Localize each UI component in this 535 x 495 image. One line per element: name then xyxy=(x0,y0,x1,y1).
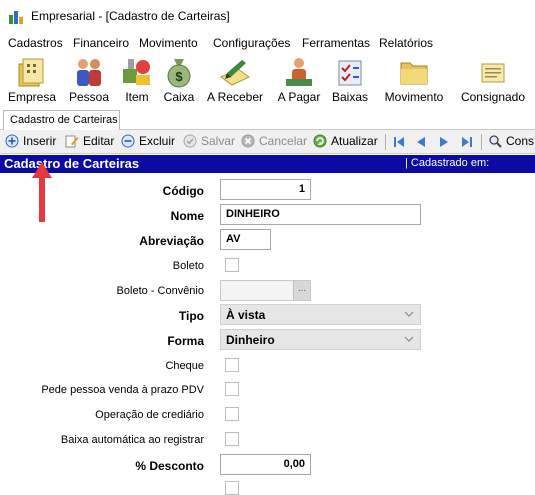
pay-hand-icon xyxy=(286,58,312,86)
operacao-crediario-label: Operação de crediário xyxy=(95,409,204,421)
chevron-down-icon xyxy=(404,311,414,317)
toolbar-a-pagar-label: A Pagar xyxy=(277,90,321,104)
toolbar-separator xyxy=(481,134,482,150)
notepad-icon xyxy=(481,63,505,83)
action-bar: Inserir Editar Excluir Salvar Cancelar A… xyxy=(0,130,535,154)
forma-label: Forma xyxy=(167,334,204,348)
desconto-field[interactable]: 0,00 xyxy=(220,454,311,475)
toolbar-baixas-label: Baixas xyxy=(331,90,369,104)
toolbar-baixas-button[interactable]: Baixas xyxy=(330,53,370,107)
nome-field[interactable]: DINHEIRO xyxy=(220,204,421,225)
nome-label: Nome xyxy=(170,209,204,223)
menu-ferramentas[interactable]: Ferramentas xyxy=(302,36,370,50)
cheque-checkbox[interactable] xyxy=(225,358,239,372)
codigo-field[interactable]: 1 xyxy=(220,179,311,200)
toolbar-movimento-label: Movimento xyxy=(384,90,444,104)
editar-label: Editar xyxy=(83,134,115,148)
salvar-label: Salvar xyxy=(201,134,236,148)
app-icon xyxy=(9,11,23,24)
form-header-status: | Cadastrado em: xyxy=(405,157,490,169)
boleto-convenio-lookup-button[interactable]: ... xyxy=(293,281,310,300)
cancelar-label: Cancelar xyxy=(259,134,308,148)
cancel-icon xyxy=(241,134,255,148)
toolbar-a-receber-button[interactable]: A Receber xyxy=(204,53,266,107)
toolbar-item-button[interactable]: Item xyxy=(118,53,156,107)
boleto-label: Boleto xyxy=(172,260,204,272)
menu-cadastros[interactable]: Cadastros xyxy=(8,36,63,50)
consultar-button[interactable]: Cons xyxy=(488,133,535,151)
main-toolbar: Empresa Pessoa Item $ Caixa A Receber A … xyxy=(0,53,535,108)
last-record-icon[interactable] xyxy=(460,135,474,149)
previous-record-icon[interactable] xyxy=(414,135,428,149)
refresh-icon xyxy=(313,134,327,148)
toolbar-caixa-label: Caixa xyxy=(163,90,195,104)
boleto-convenio-label: Boleto - Convênio xyxy=(116,285,204,297)
salvar-button[interactable]: Salvar xyxy=(183,133,235,151)
svg-text:$: $ xyxy=(175,69,183,84)
people-icon xyxy=(77,59,101,86)
next-field-checkbox[interactable] xyxy=(225,481,239,495)
menu-movimento[interactable]: Movimento xyxy=(139,36,198,50)
atualizar-label: Atualizar xyxy=(331,134,378,148)
search-icon xyxy=(489,135,502,148)
editar-button[interactable]: Editar xyxy=(65,133,117,151)
remove-icon xyxy=(121,134,135,148)
toolbar-empresa-label: Empresa xyxy=(7,90,57,104)
inserir-button[interactable]: Inserir xyxy=(5,133,61,151)
money-bag-icon: $ xyxy=(167,59,191,88)
items-icon xyxy=(123,59,150,85)
first-record-icon[interactable] xyxy=(392,135,406,149)
toolbar-caixa-button[interactable]: $ Caixa xyxy=(160,53,198,107)
operacao-crediario-checkbox[interactable] xyxy=(225,407,239,421)
baixa-automatica-checkbox[interactable] xyxy=(225,432,239,446)
cheque-label: Cheque xyxy=(165,360,204,372)
building-folder-icon xyxy=(18,58,44,87)
abreviacao-label: Abreviação xyxy=(139,234,204,248)
menu-configuracoes[interactable]: Configurações xyxy=(213,36,290,50)
menu-financeiro[interactable]: Financeiro xyxy=(73,36,129,50)
inserir-label: Inserir xyxy=(23,134,57,148)
toolbar-pessoa-button[interactable]: Pessoa xyxy=(66,53,112,107)
pede-pessoa-checkbox[interactable] xyxy=(225,382,239,396)
form-header-title: Cadastro de Carteiras xyxy=(4,156,140,171)
menu-bar: Cadastros Financeiro Movimento Configura… xyxy=(0,33,535,53)
consultar-label: Cons xyxy=(506,134,535,148)
atualizar-button[interactable]: Atualizar xyxy=(313,133,379,151)
desconto-label: % Desconto xyxy=(135,459,204,473)
codigo-label: Código xyxy=(162,184,204,198)
window-title: Empresarial - [Cadastro de Carteiras] xyxy=(31,9,230,23)
checklist-icon xyxy=(338,60,362,86)
toolbar-item-label: Item xyxy=(125,90,149,104)
boleto-checkbox[interactable] xyxy=(225,258,239,272)
receive-pen-icon xyxy=(220,60,250,86)
toolbar-separator xyxy=(385,134,386,150)
toolbar-a-pagar-button[interactable]: A Pagar xyxy=(274,53,324,107)
abreviacao-field[interactable]: AV xyxy=(220,229,271,250)
pede-pessoa-label: Pede pessoa venda à prazo PDV xyxy=(41,384,204,396)
toolbar-pessoa-label: Pessoa xyxy=(68,90,110,104)
forma-value: Dinheiro xyxy=(226,333,275,347)
annotation-arrow-icon xyxy=(32,162,52,222)
folder-icon xyxy=(400,62,428,85)
cancelar-button[interactable]: Cancelar xyxy=(241,133,307,151)
excluir-button[interactable]: Excluir xyxy=(121,133,177,151)
tipo-select[interactable]: À vista xyxy=(220,304,421,325)
tipo-label: Tipo xyxy=(178,309,204,323)
toolbar-consignado-button[interactable]: Consignado xyxy=(458,53,528,107)
edit-icon xyxy=(65,135,79,148)
save-check-icon xyxy=(183,134,197,148)
excluir-label: Excluir xyxy=(139,134,176,148)
add-icon xyxy=(5,134,19,148)
toolbar-a-receber-label: A Receber xyxy=(206,90,264,104)
toolbar-consignado-label: Consignado xyxy=(460,90,526,104)
toolbar-movimento-button[interactable]: Movimento xyxy=(378,53,450,107)
tipo-value: À vista xyxy=(226,308,266,322)
chevron-down-icon xyxy=(404,336,414,342)
next-record-icon[interactable] xyxy=(437,135,451,149)
baixa-automatica-label: Baixa automática ao registrar xyxy=(60,434,204,446)
menu-relatorios[interactable]: Relatórios xyxy=(379,36,433,50)
forma-select[interactable]: Dinheiro xyxy=(220,329,421,350)
tab-cadastro-de-carteiras[interactable]: Cadastro de Carteiras xyxy=(3,110,120,130)
toolbar-empresa-button[interactable]: Empresa xyxy=(5,53,59,107)
